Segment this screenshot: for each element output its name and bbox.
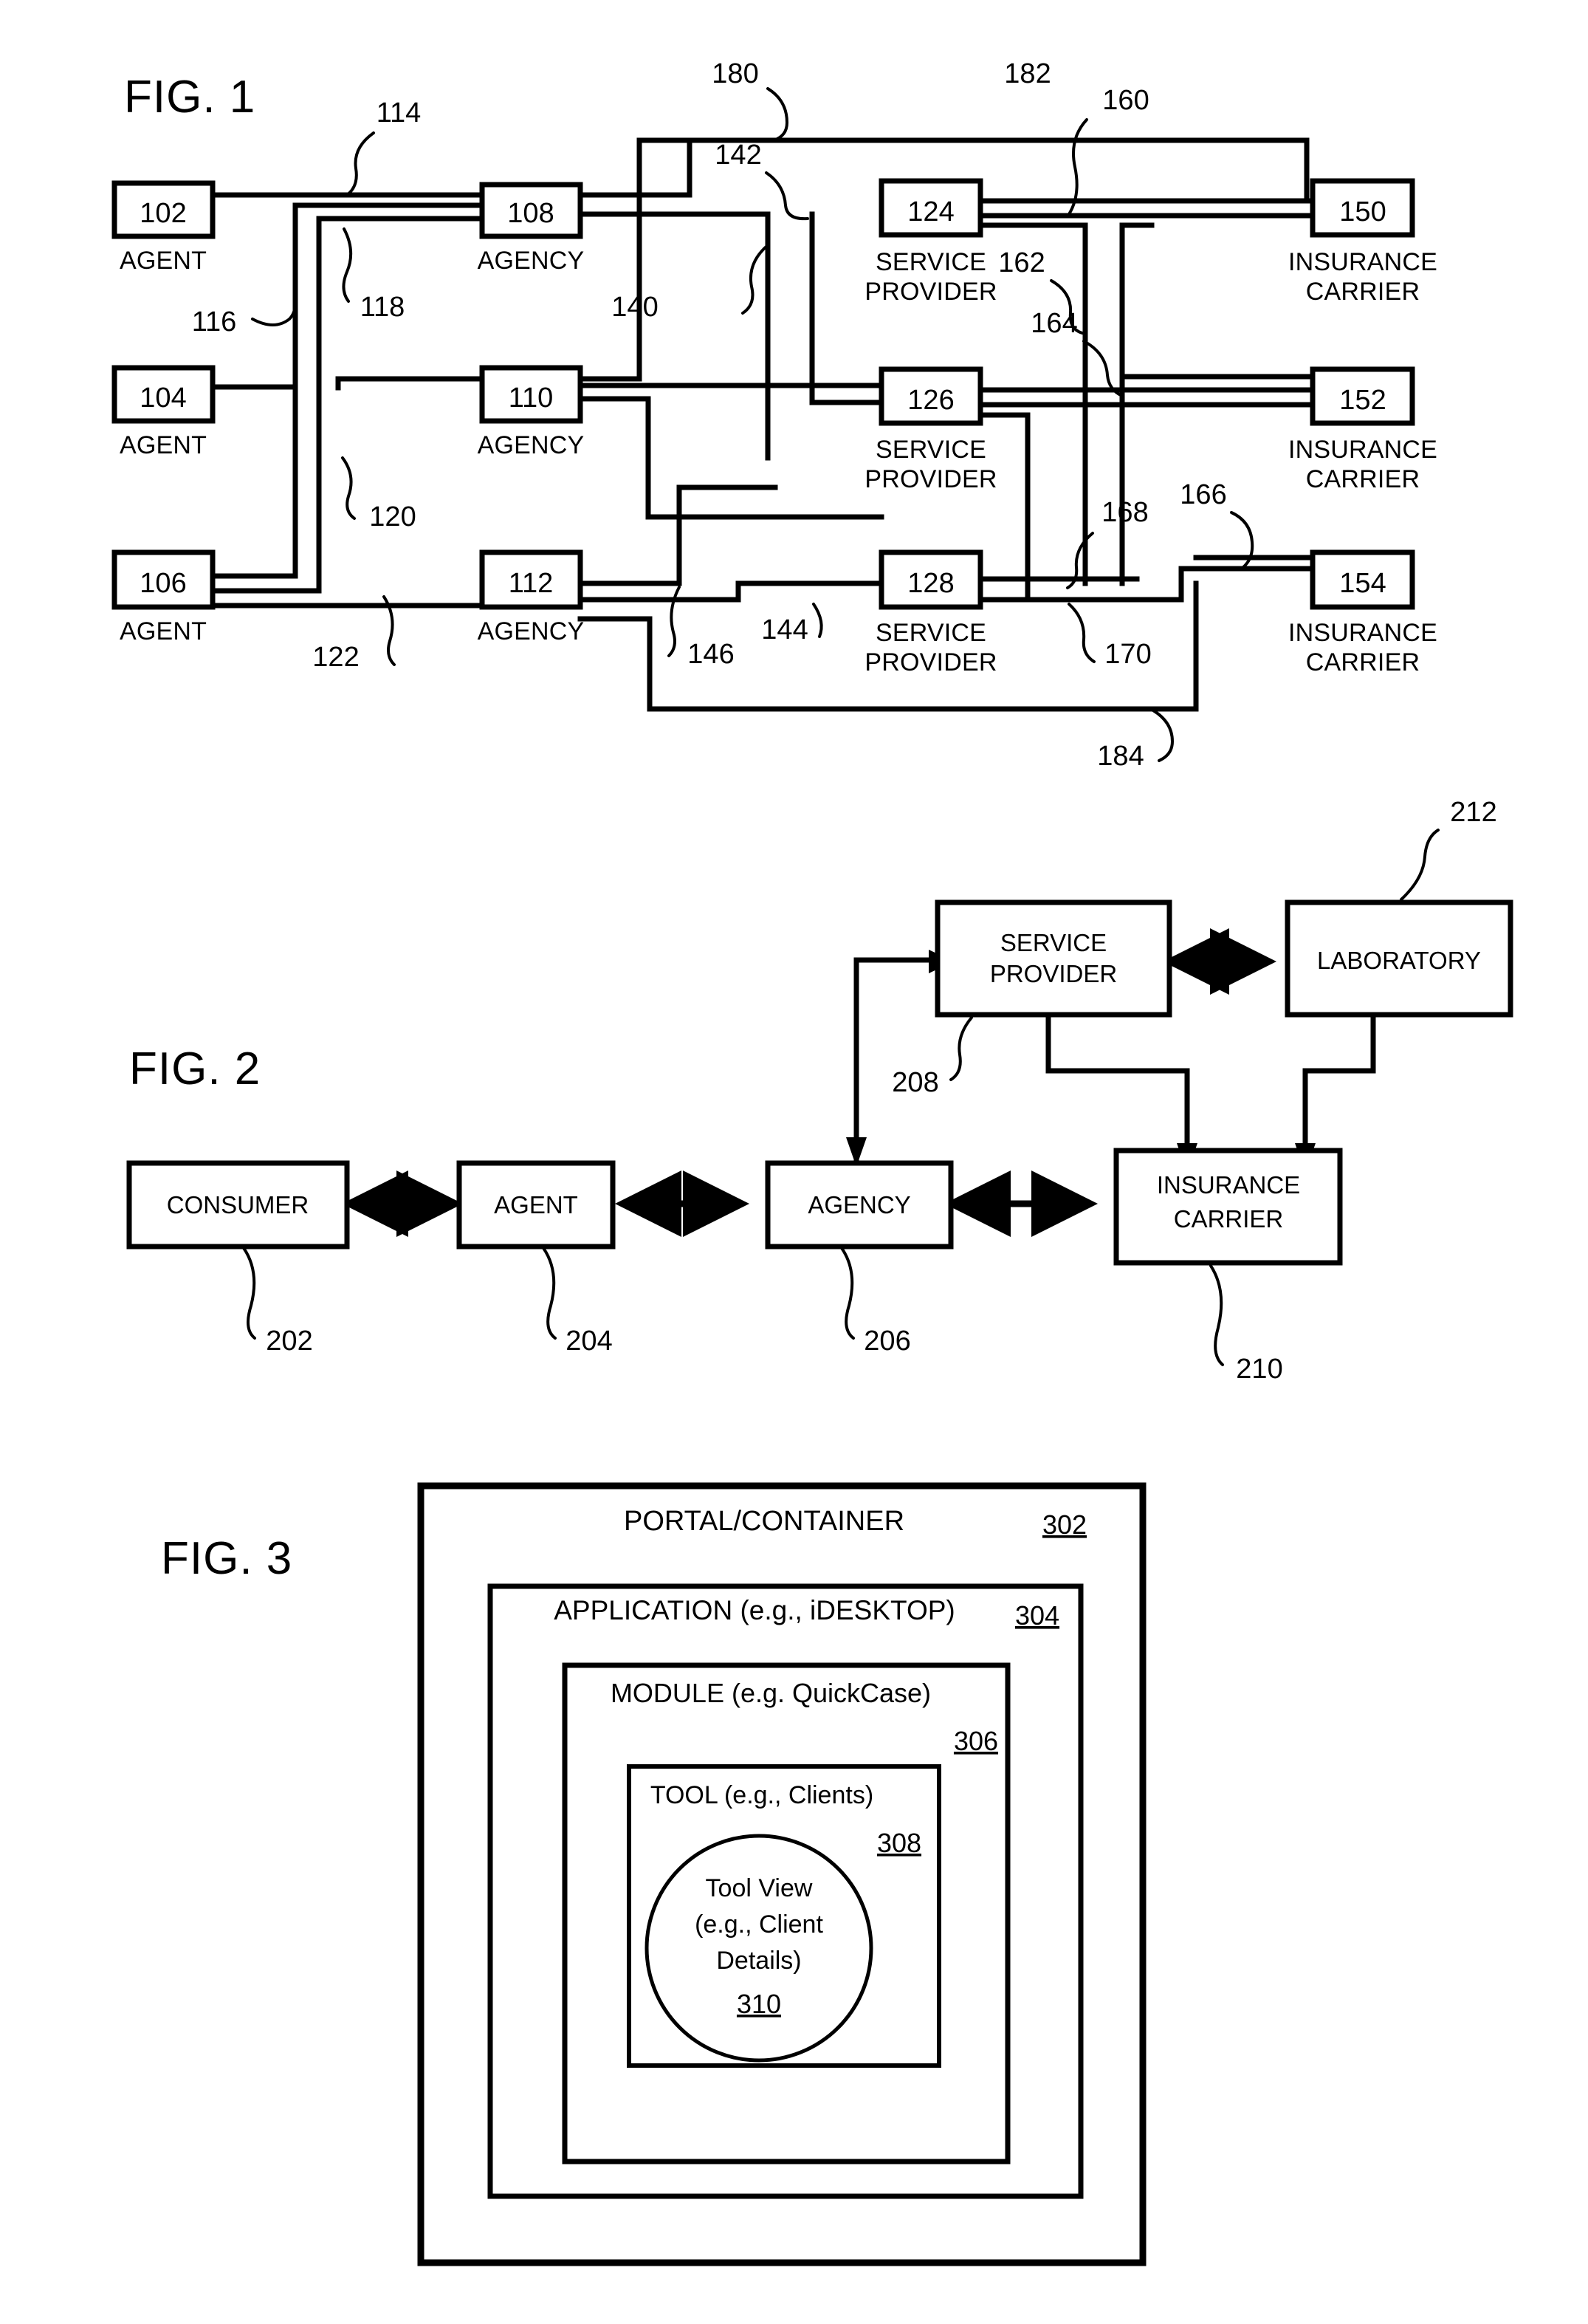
layer-ref-302: 302 [1042,1509,1087,1540]
node-number-150: 150 [1339,196,1386,227]
ref-122: 122 [312,642,359,673]
node-label-202: CONSUMER [167,1191,309,1218]
node-label-154-line2: CARRIER [1306,648,1420,676]
node-number-104: 104 [140,383,186,414]
node-number-124: 124 [907,196,954,227]
layer-ref-306: 306 [954,1726,998,1756]
fig1-node-112[interactable]: 112 AGENCY [478,549,585,645]
ref-164: 164 [1031,308,1077,339]
node-label-154-line1: INSURANCE [1288,619,1437,647]
ref-142: 142 [715,140,761,171]
ref-184: 184 [1097,741,1144,772]
node-number-106: 106 [140,568,186,599]
ref-166: 166 [1180,479,1226,510]
node-label-210-line1: INSURANCE [1157,1171,1300,1199]
fig1-node-106[interactable]: 106 AGENT [111,549,216,645]
ref-206: 206 [864,1326,910,1357]
ref-168: 168 [1101,497,1148,528]
node-label-152-line1: INSURANCE [1288,436,1437,464]
fig3-title: FIG. 3 [161,1533,292,1584]
node-label-126-line1: SERVICE [876,436,986,464]
node-label-128-line1: SERVICE [876,619,986,647]
node-box-208[interactable] [935,899,1172,1018]
ref-210: 210 [1236,1354,1282,1385]
layer-ref-304: 304 [1015,1600,1059,1631]
node-label-208-line2: PROVIDER [990,960,1117,987]
node-label-124-line1: SERVICE [876,248,986,276]
fig1-title: FIG. 1 [124,72,255,123]
ref-204: 204 [566,1326,612,1357]
node-label-108: AGENCY [478,247,585,275]
node-number-128: 128 [907,568,954,599]
node-number-112: 112 [509,568,554,599]
node-label-210-line2: CARRIER [1174,1205,1284,1233]
drawing-canvas: FIG. 1 102 AGENT 104 AGENT 106 AGENT 108… [0,0,1588,2324]
layer-label-308: TOOL (e.g., Clients) [650,1781,873,1809]
layer-ref-310: 310 [737,1989,781,2019]
node-label-112: AGENCY [478,617,585,645]
node-label-150-line1: INSURANCE [1288,248,1437,276]
fig1-node-110[interactable]: 110 AGENCY [478,365,585,459]
ref-202: 202 [266,1326,312,1357]
node-number-110: 110 [509,383,554,414]
layer-label-310-line2: (e.g., Client [695,1910,823,1939]
ref-144: 144 [761,614,808,645]
layer-label-310-line3: Details) [716,1947,801,1975]
node-label-104: AGENT [120,431,207,459]
node-label-102: AGENT [120,247,207,275]
ref-146: 146 [687,639,734,670]
ref-180: 180 [712,58,758,89]
node-number-108: 108 [507,198,554,229]
fig1-node-104[interactable]: 104 AGENT [111,365,216,459]
ref-162: 162 [998,247,1045,278]
ref-170: 170 [1104,639,1151,670]
node-label-124-line2: PROVIDER [865,278,997,306]
node-label-208-line1: SERVICE [1000,929,1107,956]
node-label-152-line2: CARRIER [1306,465,1420,493]
node-label-150-line2: CARRIER [1306,278,1420,306]
ref-140: 140 [611,292,658,323]
node-number-102: 102 [140,198,186,229]
node-label-212: LABORATORY [1317,947,1481,974]
node-label-106: AGENT [120,617,207,645]
node-label-206: AGENCY [808,1191,910,1218]
node-label-128-line2: PROVIDER [865,648,997,676]
ref-182: 182 [1004,58,1051,89]
ref-116: 116 [192,306,237,337]
ref-120: 120 [369,501,416,532]
patent-drawing-sheet: FIG. 1 102 AGENT 104 AGENT 106 AGENT 108… [0,0,1588,2324]
layer-label-310-line1: Tool View [706,1874,813,1902]
node-label-110: AGENCY [478,431,585,459]
ref-160: 160 [1102,85,1149,116]
layer-ref-308: 308 [877,1828,921,1858]
node-number-126: 126 [907,385,954,416]
node-number-154: 154 [1339,568,1386,599]
node-number-152: 152 [1339,385,1386,416]
ref-208: 208 [892,1067,938,1098]
layer-label-302: PORTAL/CONTAINER [624,1506,904,1537]
ref-118: 118 [360,292,405,323]
node-label-204: AGENT [494,1191,578,1218]
fig1-node-108[interactable]: 108 AGENCY [478,182,585,275]
node-label-126-line2: PROVIDER [865,465,997,493]
ref-212: 212 [1450,797,1496,828]
fig2-title: FIG. 2 [129,1043,261,1094]
layer-label-304: APPLICATION (e.g., iDESKTOP) [554,1595,955,1625]
layer-label-306: MODULE (e.g. QuickCase) [611,1678,931,1708]
ref-114: 114 [377,97,422,128]
fig1-node-102[interactable]: 102 AGENT [111,180,216,275]
